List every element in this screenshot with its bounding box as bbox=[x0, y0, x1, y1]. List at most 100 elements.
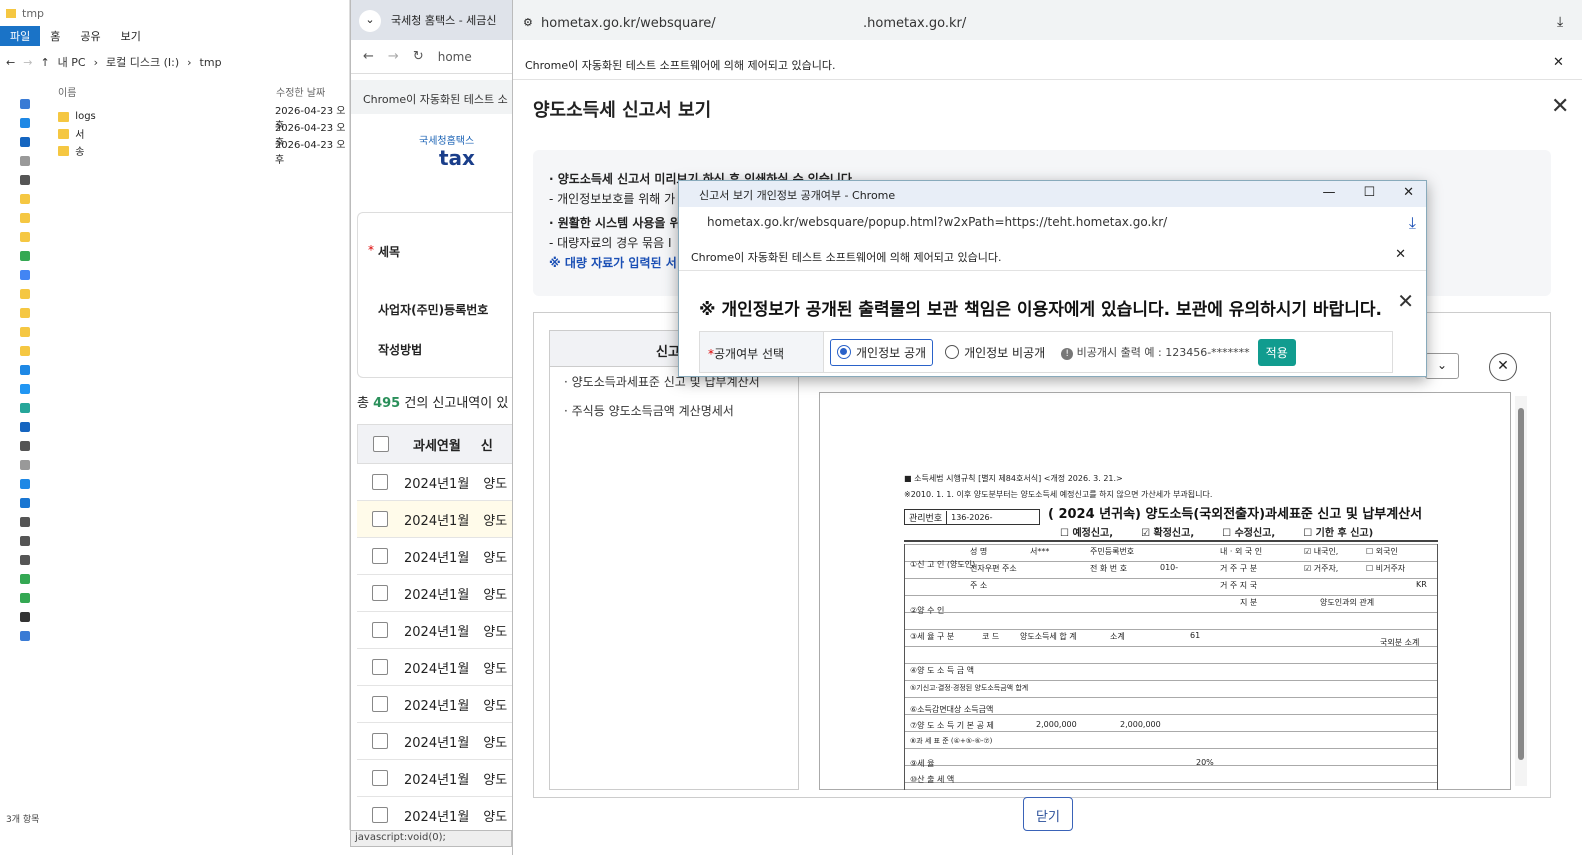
ribbon-tab-share[interactable]: 공유 bbox=[70, 26, 110, 46]
nav-item-icon[interactable] bbox=[20, 194, 30, 204]
nav-item-icon[interactable] bbox=[20, 593, 30, 603]
nav-item-icon[interactable] bbox=[20, 308, 30, 318]
apply-button[interactable]: 적용 bbox=[1257, 338, 1296, 366]
ribbon-tab-home[interactable]: 홈 bbox=[40, 26, 70, 46]
nav-item-icon[interactable] bbox=[20, 460, 30, 470]
nav-item-icon[interactable] bbox=[20, 384, 30, 394]
label-prior-gain: ⑤기신고·결정·경정된 양도소득금액 합계 bbox=[910, 684, 1029, 692]
breadcrumb-disk[interactable]: 로컬 디스크 (I:) bbox=[106, 54, 179, 70]
nav-item-icon[interactable] bbox=[20, 536, 30, 546]
maximize-icon[interactable]: ☐ bbox=[1363, 185, 1375, 200]
tab-search-icon[interactable]: ⌄ bbox=[359, 10, 381, 32]
table-row[interactable]: 2024년1월 양도 bbox=[357, 538, 512, 575]
row-period: 2024년1월 bbox=[404, 550, 470, 566]
close-popup-icon[interactable]: ✕ bbox=[1397, 289, 1414, 313]
nav-item-icon[interactable] bbox=[20, 517, 30, 527]
nav-item-icon[interactable] bbox=[20, 498, 30, 508]
select-all-checkbox[interactable] bbox=[373, 436, 389, 452]
table-row[interactable]: 2024년1월 양도 bbox=[357, 723, 512, 760]
row-checkbox[interactable] bbox=[372, 585, 388, 601]
nav-item-icon[interactable] bbox=[20, 612, 30, 622]
file-row[interactable]: 송 2026-04-23 오후 bbox=[58, 140, 350, 166]
nav-item-icon[interactable] bbox=[20, 137, 30, 147]
close-button[interactable]: 닫기 bbox=[1023, 797, 1073, 831]
download-icon[interactable]: ⤓ bbox=[1409, 213, 1416, 233]
nav-item-icon[interactable] bbox=[20, 441, 30, 451]
table-row[interactable]: 2024년1월 양도 bbox=[357, 612, 512, 649]
row-checkbox[interactable] bbox=[372, 622, 388, 638]
ribbon-tab-view[interactable]: 보기 bbox=[111, 26, 151, 46]
scrollbar-thumb[interactable] bbox=[1518, 408, 1524, 760]
nav-item-icon[interactable] bbox=[20, 213, 30, 223]
row-checkbox[interactable] bbox=[372, 696, 388, 712]
column-modified[interactable]: 수정한 날짜 bbox=[276, 84, 325, 99]
table-row[interactable]: 2024년1월 양도 bbox=[357, 760, 512, 797]
back-arrow-icon[interactable]: ← bbox=[6, 56, 15, 69]
nav-item-icon[interactable] bbox=[20, 479, 30, 489]
forward-arrow-icon[interactable]: → bbox=[23, 56, 32, 69]
address-bar[interactable]: ← → ↻ home bbox=[351, 40, 512, 74]
ribbon-tab-file[interactable]: 파일 bbox=[0, 26, 41, 46]
nav-item-icon[interactable] bbox=[20, 403, 30, 413]
table-row[interactable]: 2024년1월 양도 bbox=[357, 649, 512, 686]
row-checkbox[interactable] bbox=[372, 474, 388, 490]
hometax-logo[interactable]: 국세청홈택스 tax bbox=[359, 128, 512, 172]
table-row[interactable]: 2024년1월 양도 bbox=[357, 501, 512, 538]
label-overseas-subtotal: 국외분 소계 bbox=[1380, 638, 1420, 647]
close-icon[interactable]: ✕ bbox=[1551, 94, 1569, 119]
site-info-icon[interactable]: ⚙ bbox=[523, 16, 533, 29]
nav-item-icon[interactable] bbox=[20, 99, 30, 109]
popup-url[interactable]: hometax.go.kr/websquare/popup.html?w2xPa… bbox=[707, 215, 1167, 229]
report-list-item[interactable]: · 주식등 양도소득금액 계산명세서 bbox=[550, 396, 798, 425]
row-checkbox[interactable] bbox=[372, 733, 388, 749]
url-text-tail[interactable]: .hometax.go.kr/ bbox=[863, 16, 966, 31]
row-checkbox[interactable] bbox=[372, 807, 388, 823]
document-scrollbar[interactable] bbox=[1515, 396, 1527, 786]
close-icon[interactable]: ✕ bbox=[1553, 55, 1564, 70]
radio-private[interactable]: 개인정보 비공개 bbox=[939, 340, 1051, 365]
nav-item-icon[interactable] bbox=[20, 118, 30, 128]
row-checkbox[interactable] bbox=[372, 548, 388, 564]
breadcrumb-pc[interactable]: 내 PC bbox=[58, 54, 86, 70]
nav-item-icon[interactable] bbox=[20, 270, 30, 280]
back-arrow-icon[interactable]: ← bbox=[363, 49, 374, 64]
column-period: 과세연월 bbox=[413, 438, 461, 454]
reload-icon[interactable]: ↻ bbox=[413, 49, 424, 64]
address-bar[interactable]: ← → ↑ 내 PC › 로컬 디스크 (I:) › tmp bbox=[0, 50, 350, 74]
nav-item-icon[interactable] bbox=[20, 555, 30, 565]
popup-address-bar[interactable]: hometax.go.kr/websquare/popup.html?w2xPa… bbox=[689, 211, 1399, 235]
table-row[interactable]: 2024년1월 양도 bbox=[357, 797, 512, 830]
table-row[interactable]: 2024년1월 양도 bbox=[357, 575, 512, 612]
nav-item-icon[interactable] bbox=[20, 327, 30, 337]
nav-item-icon[interactable] bbox=[20, 574, 30, 584]
nav-item-icon[interactable] bbox=[20, 346, 30, 356]
table-row[interactable]: 2024년1월 양도 bbox=[357, 464, 512, 501]
close-viewer-icon[interactable]: ✕ bbox=[1489, 353, 1517, 381]
radio-public[interactable]: 개인정보 공개 bbox=[830, 338, 934, 366]
zoom-select[interactable]: ⌄ bbox=[1425, 353, 1459, 379]
row-checkbox[interactable] bbox=[372, 659, 388, 675]
row-checkbox[interactable] bbox=[372, 770, 388, 786]
nav-item-icon[interactable] bbox=[20, 251, 30, 261]
nav-item-icon[interactable] bbox=[20, 631, 30, 641]
close-icon[interactable]: ✕ bbox=[1403, 185, 1414, 200]
up-arrow-icon[interactable]: ↑ bbox=[40, 56, 49, 69]
nav-item-icon[interactable] bbox=[20, 156, 30, 166]
column-name[interactable]: 이름 bbox=[58, 88, 76, 99]
nav-item-icon[interactable] bbox=[20, 422, 30, 432]
minimize-icon[interactable]: — bbox=[1322, 185, 1335, 200]
table-row[interactable]: 2024년1월 양도 bbox=[357, 686, 512, 723]
url-text[interactable]: home bbox=[438, 50, 472, 64]
tab-hometax[interactable]: 국세청 홈택스 - 세금신 bbox=[391, 12, 497, 28]
nav-item-icon[interactable] bbox=[20, 175, 30, 185]
row-checkbox[interactable] bbox=[372, 511, 388, 527]
close-icon[interactable]: ✕ bbox=[1395, 247, 1406, 262]
nav-item-icon[interactable] bbox=[20, 232, 30, 242]
nav-item-icon[interactable] bbox=[20, 365, 30, 375]
nav-item-icon[interactable] bbox=[20, 289, 30, 299]
forward-arrow-icon[interactable]: → bbox=[388, 49, 399, 64]
navigation-pane[interactable] bbox=[0, 90, 42, 830]
url-text[interactable]: hometax.go.kr/websquare/ bbox=[541, 16, 716, 31]
breadcrumb-tmp[interactable]: tmp bbox=[200, 56, 222, 69]
download-icon[interactable]: ⤓ bbox=[1557, 14, 1563, 30]
